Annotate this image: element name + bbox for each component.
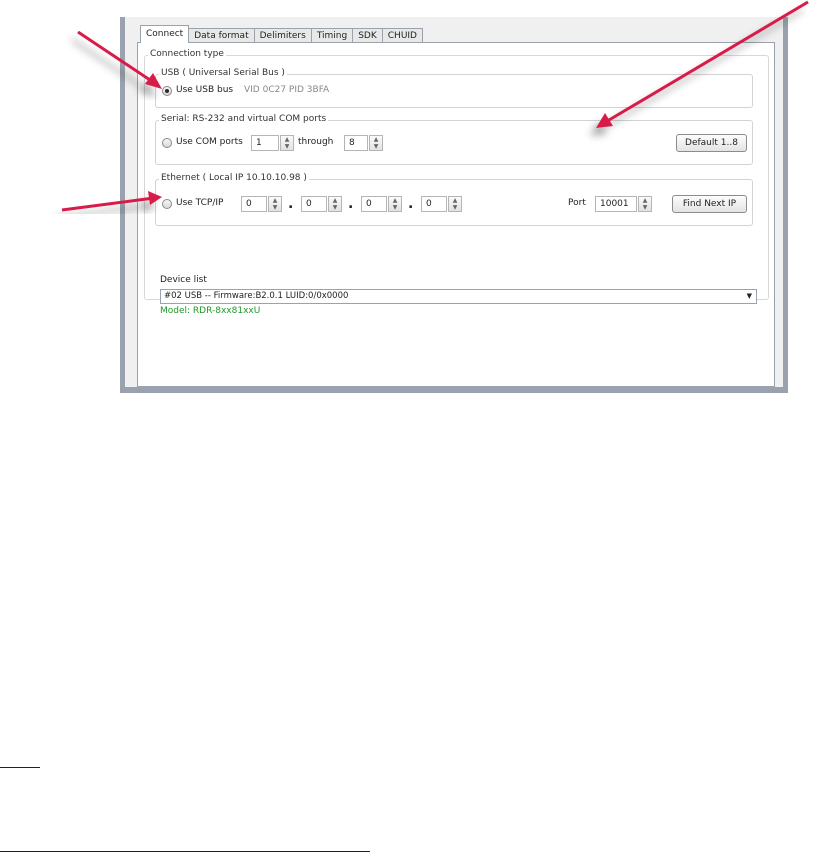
arrow-to-ethernet-icon: [61, 191, 162, 212]
footnote-rule-short: [0, 767, 40, 768]
arrow-to-serial-icon: [596, 0, 809, 128]
tab-connect[interactable]: Connect: [140, 25, 190, 43]
annotation-arrows: [61, 0, 809, 212]
